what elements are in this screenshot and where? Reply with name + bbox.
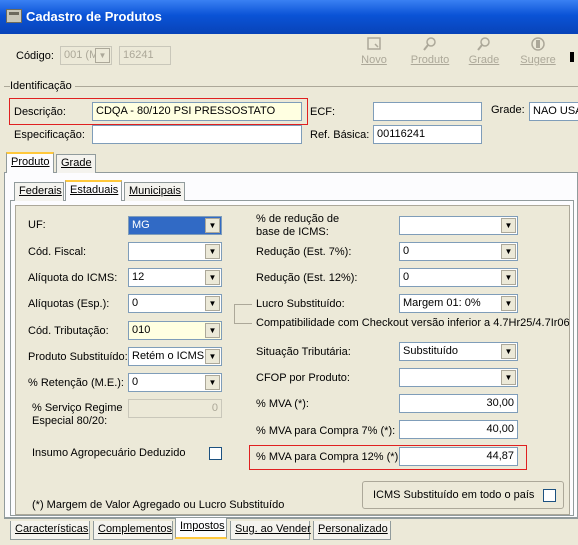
- mva7-input[interactable]: 40,00: [399, 420, 518, 439]
- grade-input[interactable]: NAO USA: [529, 102, 578, 121]
- new-icon: [367, 37, 381, 50]
- cod-fiscal-label: Cód. Fiscal:: [28, 246, 87, 258]
- footnote: (*) Margem de Valor Agregado ou Lucro Su…: [32, 499, 285, 511]
- retencao-select[interactable]: 0 ▼: [128, 373, 222, 392]
- chevron-down-icon: ▼: [501, 218, 516, 233]
- descricao-label: Descrição:: [14, 106, 66, 118]
- reducao-12-label: Redução (Est. 12%):: [256, 272, 358, 284]
- mva-input[interactable]: 30,00: [399, 394, 518, 413]
- mva12-label: % MVA para Compra 12% (*):: [256, 451, 402, 463]
- situacao-label: Situação Tributária:: [256, 346, 351, 358]
- tab-impostos[interactable]: Impostos: [175, 518, 227, 539]
- ref-basica-label: Ref. Básica:: [310, 129, 370, 141]
- aliquota-icms-label: Alíquota do ICMS:: [28, 272, 118, 284]
- especificacao-label: Especificação:: [14, 129, 85, 141]
- title-bar: Cadastro de Produtos: [0, 0, 578, 34]
- tab-personalizado[interactable]: Personalizado: [313, 521, 391, 540]
- chevron-down-icon: ▼: [205, 296, 220, 311]
- chevron-down-icon: ▼: [501, 370, 516, 385]
- reducao-base-label-2: base de ICMS:: [256, 226, 329, 238]
- mva-label: % MVA (*):: [256, 398, 309, 410]
- suggest-icon: [531, 37, 545, 51]
- chevron-down-icon: ▼: [205, 270, 220, 285]
- codigo-input: 16241: [119, 46, 171, 65]
- insumo-checkbox[interactable]: [209, 447, 222, 460]
- uf-select[interactable]: MG ▼: [128, 216, 222, 235]
- aliquotas-esp-label: Alíquotas (Esp.):: [28, 298, 110, 310]
- tab-grade[interactable]: Grade: [56, 154, 96, 173]
- codigo-label: Código:: [16, 50, 54, 62]
- window-title: Cadastro de Produtos: [26, 9, 162, 24]
- cfop-select[interactable]: ▼: [399, 368, 518, 387]
- aliquota-icms-select[interactable]: 12 ▼: [128, 268, 222, 287]
- reducao-7-select[interactable]: 0 ▼: [399, 242, 518, 261]
- chevron-down-icon: ▼: [501, 344, 516, 359]
- lucro-substituido-label: Lucro Substituído:: [256, 298, 345, 310]
- ecf-label: ECF:: [310, 106, 336, 118]
- produto-search-button[interactable]: Produto: [406, 36, 454, 66]
- cod-tributacao-label: Cód. Tributação:: [28, 325, 109, 337]
- aliquotas-esp-select[interactable]: 0 ▼: [128, 294, 222, 313]
- cfop-label: CFOP por Produto:: [256, 372, 350, 384]
- codigo-company-select: 001 (M ▼: [60, 46, 112, 65]
- tab-sug-ao-vender[interactable]: Sug. ao Vender: [230, 521, 311, 540]
- icms-todo-pais-label: ICMS Substituído em todo o país: [373, 489, 535, 501]
- sugere-button[interactable]: Sugere: [514, 36, 562, 66]
- bottom-tabs-line: [4, 518, 578, 519]
- servico-regime-label: % Serviço Regime: [32, 402, 123, 414]
- tab-produto[interactable]: Produto: [6, 152, 54, 173]
- identificacao-group-label: Identificação: [10, 80, 75, 92]
- icms-todo-pais-checkbox[interactable]: [543, 489, 556, 502]
- compat-text: Compatibilidade com Checkout versão infe…: [256, 317, 570, 329]
- especificacao-input[interactable]: [92, 125, 302, 144]
- chevron-down-icon: ▼: [205, 218, 220, 233]
- reducao-7-label: Redução (Est. 7%):: [256, 246, 352, 258]
- app-icon: [6, 9, 22, 23]
- ref-basica-input[interactable]: 00116241: [373, 125, 482, 144]
- insumo-label: Insumo Agropecuário Deduzido: [32, 447, 186, 459]
- cod-fiscal-select[interactable]: ▼: [128, 242, 222, 261]
- chevron-down-icon: ▼: [205, 244, 220, 259]
- situacao-select[interactable]: Substituído ▼: [399, 342, 518, 361]
- tab-estaduais[interactable]: Estaduais: [65, 180, 122, 201]
- mva12-input[interactable]: 44,87: [399, 447, 518, 466]
- novo-button[interactable]: Novo: [350, 36, 398, 66]
- reducao-base-label: % de redução de: [256, 213, 340, 225]
- toolbar-overflow: [570, 52, 574, 62]
- chevron-down-icon: ▼: [501, 270, 516, 285]
- chevron-down-icon: ▼: [501, 244, 516, 259]
- chevron-down-icon: ▼: [501, 296, 516, 311]
- descricao-input[interactable]: CDQA - 80/120 PSI PRESSOSTATO: [92, 102, 302, 121]
- search-icon: [423, 37, 436, 51]
- tab-complementos[interactable]: Complementos: [93, 521, 173, 540]
- reducao-12-select[interactable]: 0 ▼: [399, 268, 518, 287]
- search-icon: [477, 37, 490, 51]
- tab-municipais[interactable]: Municipais: [124, 182, 185, 201]
- produto-substituido-label: Produto Substituído:: [28, 351, 128, 363]
- ecf-input[interactable]: [373, 102, 482, 121]
- retencao-label: % Retenção (M.E.):: [28, 377, 124, 389]
- tab-caracteristicas[interactable]: Características: [10, 521, 90, 540]
- chevron-down-icon: ▼: [95, 48, 110, 63]
- chevron-down-icon: ▼: [205, 375, 220, 390]
- servico-regime-input: 0: [128, 399, 222, 418]
- grade-label: Grade:: [491, 104, 525, 116]
- tab-federais[interactable]: Federais: [14, 182, 64, 201]
- chevron-down-icon: ▼: [205, 349, 220, 364]
- uf-label: UF:: [28, 219, 46, 231]
- servico-regime-label-2: Especial 80/20:: [32, 415, 108, 427]
- produto-substituido-select[interactable]: Retém o ICMS n ▼: [128, 347, 222, 366]
- lucro-bracket: [234, 304, 252, 324]
- lucro-substituido-select[interactable]: Margem 01: 0% ▼: [399, 294, 518, 313]
- identificacao-divider: [4, 86, 578, 87]
- reducao-base-select[interactable]: ▼: [399, 216, 518, 235]
- mva7-label: % MVA para Compra 7% (*):: [256, 425, 396, 437]
- chevron-down-icon: ▼: [205, 323, 220, 338]
- grade-search-button[interactable]: Grade: [460, 36, 508, 66]
- cod-tributacao-select[interactable]: 010 ▼: [128, 321, 222, 340]
